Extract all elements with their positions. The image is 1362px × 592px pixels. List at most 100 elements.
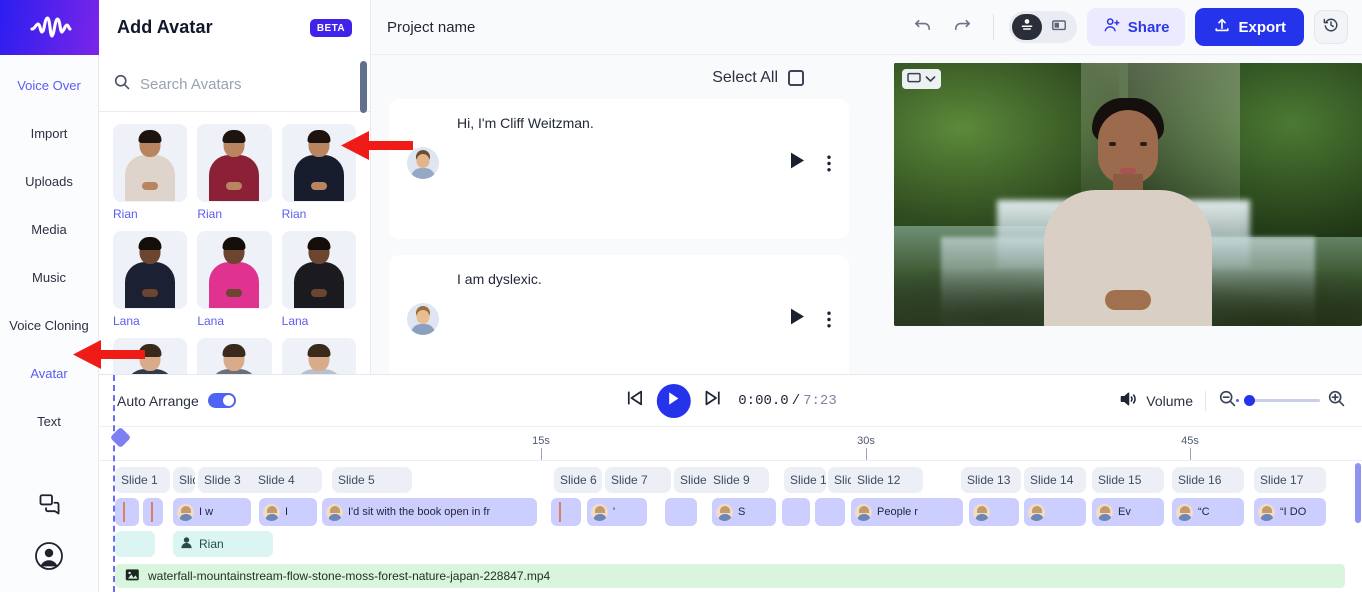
avatar-card[interactable]: Rian (281, 124, 356, 221)
auto-arrange-toggle[interactable] (207, 393, 236, 408)
avatar-card[interactable]: Lana (197, 231, 272, 328)
more-vertical-icon[interactable] (827, 155, 831, 172)
volume-icon (1119, 390, 1138, 411)
waveform-mark (559, 502, 561, 522)
avatar (407, 303, 439, 335)
share-button[interactable]: Share (1086, 8, 1186, 46)
timeline-vertical-scrollbar[interactable] (1355, 463, 1361, 523)
avatar-search-box[interactable] (113, 67, 356, 101)
slide-chip[interactable]: Slide 9 (707, 467, 769, 493)
zoom-slider[interactable] (1236, 395, 1320, 406)
script-text[interactable]: I am dyslexic. (457, 271, 831, 287)
avatar-card[interactable]: Rian (197, 124, 272, 221)
select-all-row: Select All (389, 69, 866, 87)
audio-clip[interactable] (815, 498, 845, 526)
more-vertical-icon[interactable] (827, 311, 831, 328)
beta-badge: BETA (309, 18, 352, 37)
project-name[interactable]: Project name (387, 19, 475, 36)
audio-clip[interactable]: People r (851, 498, 963, 526)
sidebar-item-voice-over[interactable]: Voice Over (0, 61, 98, 109)
chat-button[interactable] (0, 480, 98, 532)
timeline-ruler[interactable]: 15s 30s 45s (99, 427, 1362, 461)
avatar-view-toggle-segment[interactable] (1011, 14, 1042, 40)
slide-chip[interactable]: Slide 12 (851, 467, 923, 493)
sidebar-item-avatar[interactable]: Avatar (0, 349, 98, 397)
avatar-panel-header: Add Avatar BETA (99, 0, 371, 55)
search-input[interactable] (140, 75, 356, 93)
slide-chip[interactable]: Slide 10 (784, 467, 826, 493)
avatar (407, 147, 439, 179)
zoom-slider-knob[interactable] (1244, 395, 1255, 406)
skip-back-icon[interactable] (624, 388, 644, 413)
zoom-in-icon[interactable] (1327, 389, 1346, 413)
slide-chip[interactable]: Slide 7 (605, 467, 671, 493)
version-history-button[interactable] (1314, 10, 1348, 44)
video-preview-stage[interactable] (894, 63, 1362, 326)
script-text[interactable]: Hi, I'm Cliff Weitzman. (457, 115, 831, 131)
audio-clip[interactable] (1024, 498, 1086, 526)
zoom-out-icon[interactable] (1218, 389, 1237, 413)
audio-clip[interactable] (115, 498, 139, 526)
top-row: Add Avatar BETA Project name Share Expor… (0, 0, 1362, 55)
skip-forward-icon[interactable] (702, 388, 722, 413)
avatar-card[interactable]: Rian (113, 124, 188, 221)
video-clip[interactable]: waterfall-mountainstream-flow-stone-moss… (115, 564, 1345, 588)
audio-clip[interactable] (782, 498, 810, 526)
slide-chip[interactable]: Slide 17 (1254, 467, 1326, 493)
export-button[interactable]: Export (1195, 8, 1304, 46)
audio-clip[interactable] (143, 498, 163, 526)
slide-chip[interactable]: Slide 2 (173, 467, 195, 493)
playhead-handle[interactable] (109, 426, 132, 449)
sidebar-item-voice-cloning[interactable]: Voice Cloning (0, 301, 98, 349)
sidebar-item-music[interactable]: Music (0, 253, 98, 301)
audio-clip[interactable] (969, 498, 1019, 526)
audio-clip[interactable]: I'd sit with the book open in fr (322, 498, 537, 526)
view-mode-toggle[interactable] (1008, 11, 1077, 43)
audio-clip[interactable]: I (259, 498, 317, 526)
slide-chip[interactable]: Slide 1 (115, 467, 170, 493)
sidebar-item-import[interactable]: Import (0, 109, 98, 157)
audio-clip[interactable]: ' (587, 498, 647, 526)
audio-clip[interactable] (551, 498, 581, 526)
audio-clip[interactable]: S (712, 498, 776, 526)
play-icon[interactable] (790, 308, 805, 330)
avatar-clip[interactable] (115, 531, 155, 557)
avatar-eye-left (1109, 142, 1116, 146)
play-button[interactable] (656, 383, 691, 418)
slide-chip[interactable]: Slide 13 (961, 467, 1021, 493)
search-icon (113, 73, 131, 96)
aspect-ratio-selector[interactable] (902, 69, 941, 89)
slide-chip[interactable]: Slide 6 (554, 467, 602, 493)
account-icon (35, 541, 63, 575)
audio-clip[interactable] (665, 498, 697, 526)
slide-chip[interactable]: Slide 16 (1172, 467, 1244, 493)
audio-clip[interactable]: I w (173, 498, 251, 526)
avatar-clip[interactable]: Rian (173, 531, 273, 557)
slide-chip[interactable]: Slide 5 (332, 467, 412, 493)
volume-control[interactable]: Volume (1119, 390, 1193, 411)
redo-button[interactable] (948, 12, 978, 42)
play-icon[interactable] (790, 152, 805, 174)
sidebar-item-uploads[interactable]: Uploads (0, 157, 98, 205)
script-card[interactable]: Hi, I'm Cliff Weitzman. (389, 99, 849, 239)
audio-clip[interactable]: Ev (1092, 498, 1164, 526)
history-icon (1322, 16, 1340, 39)
audio-clip[interactable]: “C (1172, 498, 1244, 526)
slide-view-toggle-segment[interactable] (1044, 14, 1074, 40)
sidebar-item-media[interactable]: Media (0, 205, 98, 253)
avatar-panel-scrollbar[interactable] (360, 61, 367, 113)
main-header: Project name Share Export (371, 0, 1362, 55)
auto-arrange-control[interactable]: Auto Arrange (117, 393, 236, 409)
slide-chip[interactable]: Slide 14 (1024, 467, 1086, 493)
account-button[interactable] (0, 532, 98, 584)
audio-clip[interactable]: “I DO (1254, 498, 1326, 526)
slide-chip[interactable]: Slide 4 (252, 467, 322, 493)
sidebar-item-text[interactable]: Text (0, 397, 98, 445)
select-all-checkbox[interactable] (788, 70, 804, 86)
avatar-card[interactable]: Lana (281, 231, 356, 328)
app-logo[interactable] (0, 0, 99, 55)
avatar-view-icon (1019, 17, 1035, 38)
slide-chip[interactable]: Slide 15 (1092, 467, 1164, 493)
undo-button[interactable] (908, 12, 938, 42)
avatar-card[interactable]: Lana (113, 231, 188, 328)
